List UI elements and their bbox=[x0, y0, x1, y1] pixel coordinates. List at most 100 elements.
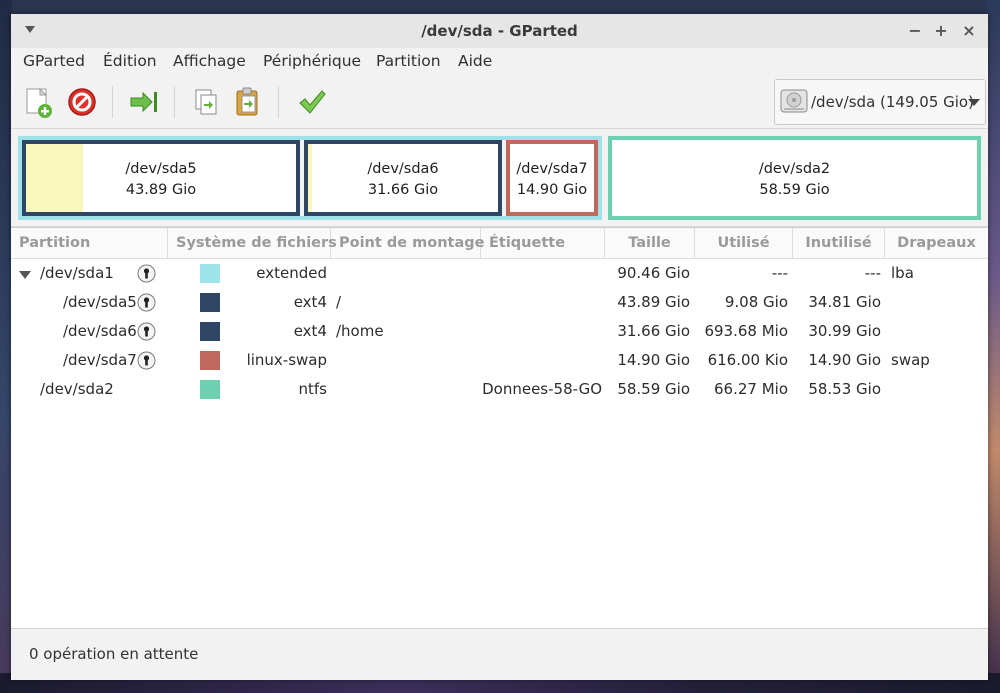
partition-flags: swap bbox=[891, 351, 930, 369]
partition-size: 14.90 Gio bbox=[617, 351, 690, 369]
partition-size: 90.46 Gio bbox=[617, 264, 690, 282]
resize-move-icon bbox=[130, 91, 157, 113]
filesystem-type: ext4 bbox=[293, 322, 327, 340]
partition-used: 693.68 Mio bbox=[704, 322, 788, 340]
menu-peripherique[interactable]: Périphérique bbox=[263, 52, 361, 70]
paste-button[interactable] bbox=[231, 85, 265, 119]
extended-partition-block[interactable]: /dev/sda5 43.89 Gio /dev/sda6 31.66 Gio … bbox=[18, 136, 602, 220]
toolbar-separator bbox=[278, 86, 279, 118]
hard-disk-icon bbox=[780, 89, 808, 113]
partition-block-size: 43.89 Gio bbox=[125, 182, 197, 198]
partition-block-name: /dev/sda2 bbox=[758, 161, 831, 177]
menu-edition[interactable]: Édition bbox=[103, 52, 157, 70]
partition-unused: 34.81 Gio bbox=[808, 293, 881, 311]
table-row[interactable]: /dev/sda2 ntfs Donnees-58-GO 58.59 Gio 66.27… bbox=[11, 375, 988, 404]
lock-icon bbox=[137, 351, 156, 370]
table-row[interactable]: /dev/sda5 ext4 / 43.89 Gio 9.08 Gio 34.81 Gio bbox=[11, 288, 988, 317]
partition-unused: --- bbox=[864, 264, 881, 282]
partition-size: 43.89 Gio bbox=[617, 293, 690, 311]
column-header-partition[interactable]: Partition bbox=[11, 228, 168, 258]
delete-button[interactable] bbox=[65, 85, 99, 119]
partition-block-sda2[interactable]: /dev/sda2 58.59 Gio bbox=[608, 136, 981, 220]
menu-affichage[interactable]: Affichage bbox=[173, 52, 246, 70]
pending-operations-status: 0 opération en attente bbox=[29, 645, 199, 663]
title-bar: /dev/sda - GParted − + × bbox=[11, 14, 988, 48]
partition-block-name: /dev/sda6 bbox=[367, 161, 439, 177]
partition-block-size: 58.59 Gio bbox=[759, 182, 830, 198]
menu-aide[interactable]: Aide bbox=[458, 52, 492, 70]
maximize-button[interactable]: + bbox=[931, 21, 951, 41]
partition-name: /dev/sda2 bbox=[40, 380, 114, 398]
window-title: /dev/sda - GParted bbox=[421, 22, 578, 40]
partition-name: /dev/sda6 bbox=[63, 322, 137, 340]
partition-size: 31.66 Gio bbox=[617, 322, 690, 340]
filesystem-type: ntfs bbox=[298, 380, 327, 398]
partition-block-sda5[interactable]: /dev/sda5 43.89 Gio bbox=[22, 140, 300, 216]
table-row[interactable]: /dev/sda1 extended 90.46 Gio --- --- lba bbox=[11, 259, 988, 288]
table-row[interactable]: /dev/sda6 ext4/home 31.66 Gio 693.68 Mio 30.… bbox=[11, 317, 988, 346]
minimize-button[interactable]: − bbox=[905, 21, 925, 41]
column-header-flags[interactable]: Drapeaux bbox=[885, 228, 988, 258]
chevron-down-icon bbox=[968, 99, 980, 106]
partition-label bbox=[481, 288, 602, 317]
partition-name: /dev/sda1 bbox=[40, 264, 114, 282]
new-partition-button[interactable] bbox=[21, 85, 55, 119]
toolbar-separator bbox=[112, 86, 113, 118]
column-header-unused[interactable]: Inutilisé bbox=[793, 228, 885, 258]
column-header-label[interactable]: Étiquette bbox=[481, 228, 605, 258]
close-button[interactable]: × bbox=[959, 21, 979, 41]
filesystem-type: linux-swap bbox=[246, 351, 327, 369]
menu-gparted[interactable]: GParted bbox=[23, 52, 85, 70]
column-header-used[interactable]: Utilisé bbox=[695, 228, 793, 258]
toolbar-separator bbox=[174, 86, 175, 118]
column-header-filesystem[interactable]: Système de fichiers bbox=[168, 228, 337, 258]
new-partition-icon bbox=[26, 87, 52, 118]
lock-icon bbox=[137, 264, 156, 283]
filesystem-type: extended bbox=[256, 264, 327, 282]
paste-icon bbox=[236, 87, 258, 116]
partition-size: 58.59 Gio bbox=[617, 380, 690, 398]
partition-label bbox=[481, 317, 602, 346]
partition-block-name: /dev/sda5 bbox=[125, 161, 197, 177]
partition-label: Donnees-58-GO bbox=[482, 380, 602, 398]
desktop-background-right bbox=[986, 0, 1000, 693]
device-label: /dev/sda (149.05 Gio) bbox=[811, 93, 974, 111]
lock-icon bbox=[137, 322, 156, 341]
table-header: Partition Système de fichiers Point de m… bbox=[11, 228, 988, 259]
partition-flags: lba bbox=[891, 264, 914, 282]
partition-block-name: /dev/sda7 bbox=[516, 161, 588, 177]
device-selector[interactable]: /dev/sda (149.05 Gio) bbox=[774, 79, 986, 125]
expander-chevron-down-icon[interactable] bbox=[19, 271, 31, 279]
partition-map: /dev/sda5 43.89 Gio /dev/sda6 31.66 Gio … bbox=[11, 128, 988, 227]
gparted-window: /dev/sda - GParted − + × GParted Édition… bbox=[11, 14, 988, 680]
delete-icon bbox=[68, 88, 96, 116]
partition-used: 616.00 Kio bbox=[707, 351, 788, 369]
partition-used: 66.27 Mio bbox=[714, 380, 788, 398]
toolbar: /dev/sda (149.05 Gio) bbox=[11, 76, 988, 128]
partition-used: 9.08 Gio bbox=[724, 293, 788, 311]
partition-table: Partition Système de fichiers Point de m… bbox=[11, 227, 988, 629]
apply-button[interactable] bbox=[295, 85, 329, 119]
column-header-size[interactable]: Taille bbox=[605, 228, 695, 258]
copy-button[interactable] bbox=[189, 85, 223, 119]
partition-block-size: 14.90 Gio bbox=[516, 182, 588, 198]
mount-point: / bbox=[336, 293, 342, 311]
filesystem-type: ext4 bbox=[293, 293, 327, 311]
resize-move-button[interactable] bbox=[127, 85, 161, 119]
apply-icon bbox=[299, 90, 326, 114]
mount-point: /home bbox=[336, 322, 384, 340]
partition-used: --- bbox=[771, 264, 788, 282]
partition-block-sda6[interactable]: /dev/sda6 31.66 Gio bbox=[304, 140, 502, 216]
lock-icon bbox=[137, 293, 156, 312]
partition-block-sda7[interactable]: /dev/sda7 14.90 Gio bbox=[506, 140, 598, 216]
partition-name: /dev/sda7 bbox=[63, 351, 137, 369]
partition-name: /dev/sda5 bbox=[63, 293, 137, 311]
column-header-mountpoint[interactable]: Point de montage bbox=[331, 228, 484, 258]
table-row[interactable]: /dev/sda7 linux-swap 14.90 Gio 616.00 Kio 14… bbox=[11, 346, 988, 375]
menu-partition[interactable]: Partition bbox=[376, 52, 441, 70]
status-bar: 0 opération en attente bbox=[11, 628, 988, 680]
partition-unused: 58.53 Gio bbox=[808, 380, 881, 398]
copy-icon bbox=[195, 89, 217, 115]
partition-unused: 30.99 Gio bbox=[808, 322, 881, 340]
partition-label bbox=[481, 259, 602, 288]
